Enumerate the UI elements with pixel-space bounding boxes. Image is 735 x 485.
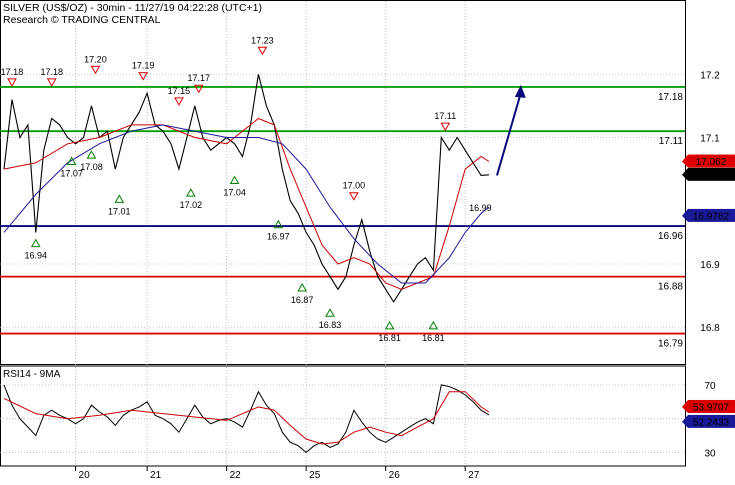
ma-value-label: 16.99 <box>469 203 492 213</box>
support-marker <box>229 175 240 184</box>
rsi-tag-text: 52.2433 <box>693 417 730 428</box>
resistance-marker <box>90 65 101 75</box>
support-marker <box>86 150 97 159</box>
level-label: 16.79 <box>658 339 683 350</box>
x-tick-label: 27 <box>468 470 480 480</box>
rsi-title: RSI14 - 9MA <box>3 369 61 380</box>
resistance-label: 17.23 <box>251 35 274 45</box>
price-y-tick-label: 17.2 <box>700 70 720 81</box>
price-y-tick-label: 16.8 <box>700 323 720 334</box>
resistance-marker <box>7 78 17 87</box>
price-tag-text: 16.9762 <box>693 211 730 222</box>
support-marker <box>428 320 439 330</box>
resistance-marker <box>348 192 359 201</box>
rsi-series-line <box>3 384 490 454</box>
support-marker <box>325 308 335 317</box>
support-marker <box>30 238 41 248</box>
support-label: 16.81 <box>378 333 401 343</box>
support-label: 16.94 <box>25 251 48 261</box>
support-label: 17.04 <box>223 187 246 197</box>
level-label: 16.88 <box>658 282 683 293</box>
x-tick-label: 26 <box>389 470 401 480</box>
chart-svg: SILVER (US$/OZ) - 30min - 11/27/19 04:22… <box>0 0 735 481</box>
level-label: 17.11 <box>659 136 684 147</box>
resistance-label: 17.20 <box>84 54 107 64</box>
support-label: 17.01 <box>108 206 131 216</box>
resistance-label: 17.18 <box>40 67 63 77</box>
support-label: 17.02 <box>180 200 203 210</box>
price-y-tick-label: 16.9 <box>700 260 720 271</box>
level-label: 16.96 <box>658 231 683 242</box>
support-label: 16.97 <box>267 232 290 242</box>
resistance-marker <box>138 72 149 81</box>
resistance-marker <box>440 122 451 132</box>
rsi-tag-text: 53.9707 <box>693 402 730 413</box>
rsi-y-tick-label: 30 <box>704 448 716 459</box>
support-marker <box>297 282 308 292</box>
x-tick-label: 22 <box>230 470 242 480</box>
x-tick-label: 25 <box>309 470 321 480</box>
resistance-marker <box>174 97 184 106</box>
resistance-label: 17.15 <box>168 86 191 96</box>
moving-average-line <box>3 124 490 284</box>
chart-root: SILVER (US$/OZ) - 30min - 11/27/19 04:22… <box>0 0 735 481</box>
support-marker <box>185 188 196 197</box>
x-tick-label: 21 <box>150 470 162 480</box>
level-label: 17.18 <box>658 92 683 103</box>
support-marker <box>114 194 125 203</box>
support-label: 16.87 <box>291 295 314 305</box>
resistance-marker <box>257 46 268 56</box>
price-series-line <box>3 74 490 303</box>
chart-title: SILVER (US$/OZ) - 30min - 11/27/19 04:22… <box>3 2 262 14</box>
support-label: 16.83 <box>319 320 342 330</box>
resistance-label: 17.11 <box>434 111 456 121</box>
resistance-marker <box>46 78 57 87</box>
resistance-label: 17.19 <box>132 61 155 71</box>
resistance-label: 17.00 <box>343 181 366 191</box>
price-y-tick-label: 17.1 <box>700 134 720 145</box>
price-tag-text: 17.041 <box>696 170 727 181</box>
support-marker <box>384 320 395 330</box>
resistance-label: 17.17 <box>188 73 211 83</box>
support-label: 17.08 <box>80 162 103 172</box>
x-tick-label: 20 <box>79 470 91 480</box>
chart-subtitle: Research © TRADING CENTRAL <box>3 14 161 26</box>
rsi-panel-frame <box>0 365 686 467</box>
rsi-y-tick-label: 70 <box>704 381 716 392</box>
support-label: 16.81 <box>422 333 445 343</box>
forecast-arrow-shaft <box>496 92 522 176</box>
price-tag-text: 17.062 <box>696 157 727 168</box>
resistance-label: 17.18 <box>1 67 24 77</box>
